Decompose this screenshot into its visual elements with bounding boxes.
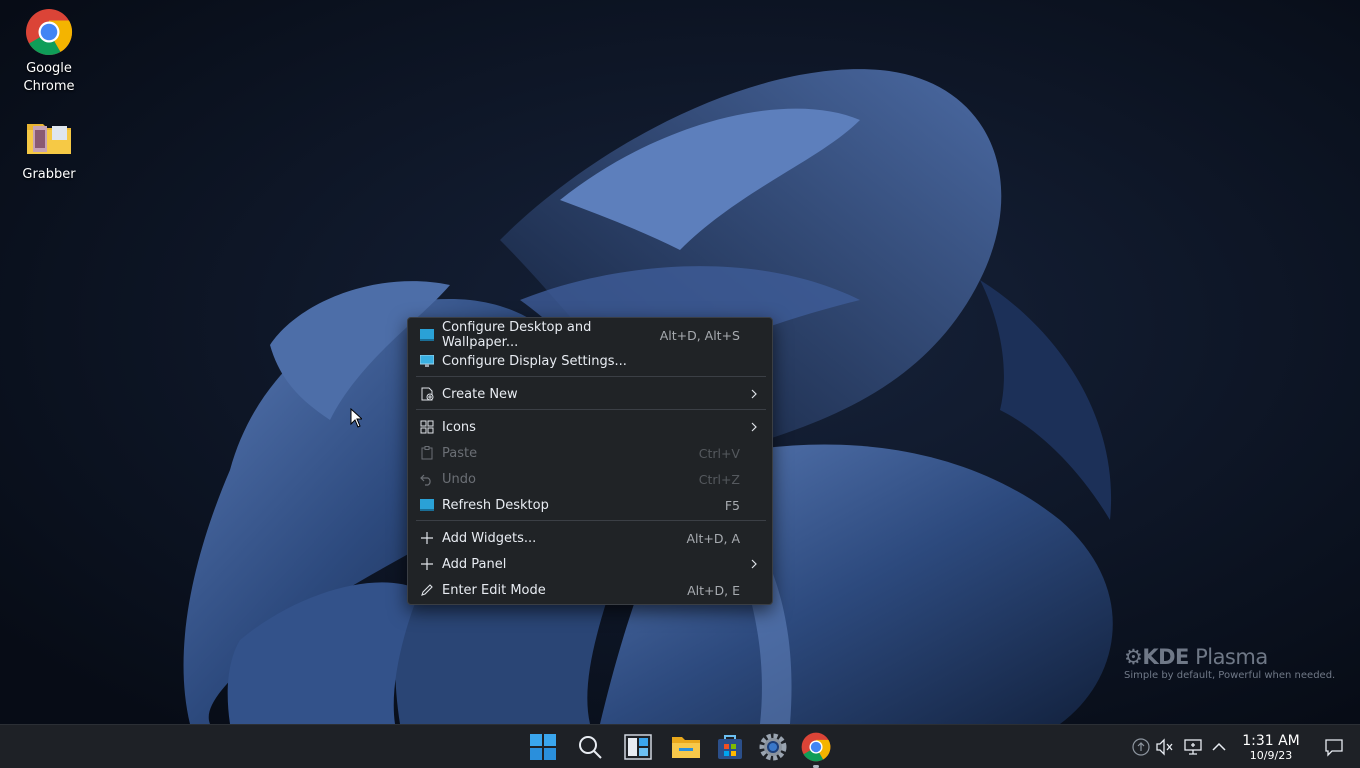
chevron-right-icon — [751, 389, 757, 399]
chevron-right-icon — [751, 422, 757, 432]
settings-icon — [759, 733, 787, 761]
pencil-icon — [419, 582, 435, 598]
menu-item-label: Configure Display Settings... — [442, 353, 627, 369]
clock-date: 10/9/23 — [1249, 749, 1293, 762]
desktop-icon-grabber[interactable]: Grabber — [9, 114, 89, 184]
refresh-desktop-icon — [419, 497, 435, 513]
search-button[interactable] — [574, 731, 606, 763]
undo-icon — [419, 471, 435, 487]
clock[interactable]: 1:31 AM 10/9/23 — [1236, 733, 1306, 762]
chevron-right-icon — [751, 559, 757, 569]
menu-item-label: Paste — [442, 445, 478, 461]
menu-item-label: Add Widgets... — [442, 530, 537, 546]
taskbar: 1:31 AM 10/9/23 — [0, 724, 1360, 768]
store-icon — [718, 735, 742, 759]
chrome-icon — [25, 8, 73, 56]
menu-item-shortcut: F5 — [724, 497, 740, 513]
desktop-config-icon — [419, 327, 435, 343]
kde-gear-icon: ⚙ — [1124, 645, 1143, 669]
widgets-icon — [624, 734, 652, 760]
updates-icon[interactable] — [1131, 737, 1151, 757]
desktop-icon-label: Chrome — [23, 79, 75, 94]
menu-item-shortcut: Alt+D, E — [687, 582, 740, 598]
kde-plasma-watermark: ⚙KDE Plasma Simple by default, Powerful … — [1124, 645, 1335, 681]
menu-item-create-new[interactable]: Create New — [414, 381, 766, 407]
menu-item-undo: Undo Ctrl+Z — [414, 466, 766, 492]
watermark-brand-light: Plasma — [1188, 645, 1268, 669]
menu-item-shortcut: Alt+D, A — [686, 530, 740, 546]
menu-item-label: Undo — [442, 471, 476, 487]
store-button[interactable] — [714, 731, 746, 763]
menu-item-icons[interactable]: Icons — [414, 414, 766, 440]
menu-item-label: Configure Desktop and Wallpaper... — [442, 320, 592, 350]
plus-icon — [419, 556, 435, 572]
menu-item-label: Icons — [442, 419, 476, 435]
desktop-icon-google-chrome[interactable]: Google Chrome — [9, 8, 89, 96]
menu-item-label: Refresh Desktop — [442, 497, 549, 513]
menu-item-shortcut: Alt+D, Alt+S — [659, 327, 740, 343]
plus-icon — [419, 530, 435, 546]
menu-item-enter-edit-mode[interactable]: Enter Edit Mode Alt+D, E — [414, 577, 766, 603]
desktop-context-menu: Configure Desktop and Wallpaper... Alt+D… — [407, 317, 773, 605]
chevron-up-icon[interactable] — [1209, 737, 1229, 757]
menu-separator — [416, 520, 766, 521]
desktop-icon-label: Google — [26, 61, 72, 76]
menu-item-paste: Paste Ctrl+V — [414, 440, 766, 466]
menu-item-configure-display[interactable]: Configure Display Settings... — [414, 348, 766, 374]
clock-time: 1:31 AM — [1242, 733, 1300, 749]
mouse-cursor-icon — [350, 408, 362, 428]
menu-item-add-widgets[interactable]: Add Widgets... Alt+D, A — [414, 525, 766, 551]
new-document-icon — [419, 386, 435, 402]
start-menu-button[interactable] — [527, 731, 559, 763]
search-icon — [579, 736, 602, 759]
menu-item-add-panel[interactable]: Add Panel — [414, 551, 766, 577]
watermark-brand: KDE — [1142, 645, 1189, 669]
menu-item-label: Add Panel — [442, 556, 507, 572]
notification-icon[interactable] — [1324, 737, 1344, 757]
menu-item-configure-desktop[interactable]: Configure Desktop and Wallpaper... Alt+D… — [414, 320, 766, 350]
network-icon[interactable] — [1183, 737, 1203, 757]
menu-item-refresh-desktop[interactable]: Refresh Desktop F5 — [414, 492, 766, 518]
clipboard-icon — [419, 445, 435, 461]
widgets-button[interactable] — [622, 731, 654, 763]
grid-icon — [419, 419, 435, 435]
folder-icon — [25, 114, 73, 162]
watermark-tagline: Simple by default, Powerful when needed. — [1124, 670, 1336, 681]
menu-item-label: Create New — [442, 386, 518, 402]
display-icon — [419, 353, 435, 369]
menu-item-label: Enter Edit Mode — [442, 582, 546, 598]
file-explorer-button[interactable] — [670, 731, 702, 763]
chrome-icon — [801, 732, 831, 762]
file-explorer-icon — [672, 737, 700, 758]
menu-item-shortcut: Ctrl+V — [698, 445, 740, 461]
volume-muted-icon[interactable] — [1155, 737, 1175, 757]
menu-separator — [416, 409, 766, 410]
desktop-icon-label: Grabber — [22, 167, 76, 182]
menu-item-shortcut: Ctrl+Z — [698, 471, 740, 487]
start-menu-icon — [530, 734, 556, 760]
menu-separator — [416, 376, 766, 377]
settings-button[interactable] — [757, 731, 789, 763]
chrome-taskbar-button[interactable] — [800, 731, 832, 768]
